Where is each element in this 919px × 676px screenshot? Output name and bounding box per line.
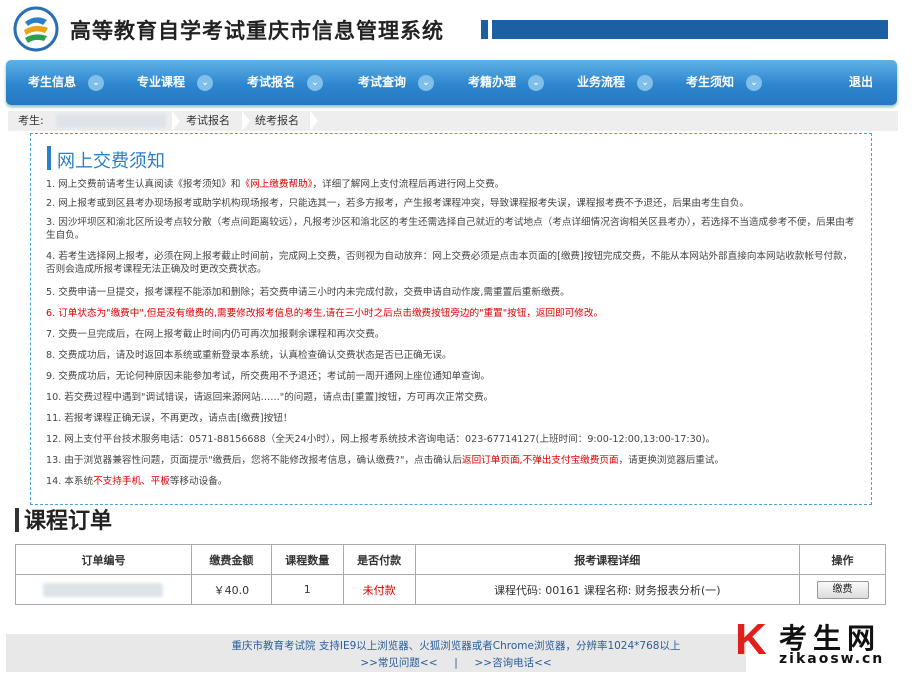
breadcrumb: 考生: 考试报名 统考报名 — [8, 111, 898, 131]
notice-rule-7: 7. 交费一旦完成后，在网上报考截止时间内仍可再次加报剩余课程和再次交费。 — [46, 329, 385, 340]
logout-link[interactable]: 退出 — [849, 60, 873, 105]
notice-rule-1: 1. 网上交费前请考生认真阅读《报考须知》和《网上缴费帮助》，详细了解网上支付流… — [46, 179, 505, 190]
nav-item-courses[interactable]: 专业课程 ⌄ — [137, 60, 214, 105]
column-header: 缴费金额 — [190, 544, 272, 575]
notice-rule-6: 6. 订单状态为"缴费中",但是没有缴费的,需要修改报考信息的考生,请在三小时之… — [46, 308, 604, 319]
nav-item-enrollment[interactable]: 考籍办理 ⌄ — [468, 60, 545, 105]
orders-title: 课程订单 — [24, 509, 113, 534]
watermark-url: zikaosw.cn — [779, 651, 885, 667]
nav-item-exam-query[interactable]: 考试查询 ⌄ — [358, 60, 435, 105]
main-nav: 考生信息 ⌄ 专业课程 ⌄ 考试报名 ⌄ 考试查询 ⌄ 考籍办理 ⌄ 业务流程 ⌄ 考生须知… — [6, 60, 897, 105]
amount-cell: ￥40.0 — [190, 574, 272, 605]
phone-link[interactable]: >>咨询电话<< — [474, 657, 551, 669]
notice-rule-10: 10. 若交费过程中遇到"调试错误，请返回来源网站……"的问题，请点击[重置]按… — [46, 392, 494, 403]
order-number-cell — [15, 574, 192, 605]
nav-item-exam-registration[interactable]: 考试报名 ⌄ — [247, 60, 324, 105]
education-logo-icon — [13, 6, 59, 52]
notice-rule-12: 12. 网上支付平台技术服务电话：0571-88156688（全天24小时），网… — [46, 434, 716, 445]
paid-status-cell: 未付款 — [342, 574, 416, 605]
site-header: 高等教育自学考试重庆市信息管理系统 — [0, 0, 919, 58]
faq-link[interactable]: >>常见问题<< — [360, 657, 437, 669]
column-header: 操作 — [799, 544, 886, 575]
student-label: 考生: — [18, 114, 44, 127]
payment-help-link[interactable]: 《网上缴费帮助》 — [240, 179, 312, 190]
action-cell: 缴费 — [799, 574, 886, 605]
notice-rule-4: 4. 若考生选择网上报考，必须在网上报考截止时间前，完成网上交费，否则视为自动放… — [46, 251, 853, 275]
nav-item-student-info[interactable]: 考生信息 ⌄ — [28, 60, 105, 105]
notice-rule-2: 2. 网上报考或到区县考办现场报考或助学机构现场报考，只能选其一，若多方报考，产… — [46, 198, 749, 209]
site-title: 高等教育自学考试重庆市信息管理系统 — [70, 19, 444, 43]
column-header: 报考课程详细 — [414, 544, 801, 575]
chevron-down-icon: ⌄ — [88, 74, 105, 91]
column-header: 是否付款 — [342, 544, 416, 575]
notice-rule-11: 11. 若报考课程正确无误，不再更改，请点击[缴费]按钮！ — [46, 413, 293, 424]
chevron-down-icon: ⌄ — [197, 74, 214, 91]
watermark-logo-letter: K — [735, 615, 767, 664]
column-header: 课程数量 — [270, 544, 344, 575]
notice-rule-13: 13. 由于浏览器兼容性问题，页面提示"缴费后，您将不能修改报考信息，确认缴费?… — [46, 455, 725, 466]
notice-rule-3: 3. 因沙坪坝区和渝北区所设考点较分散（考点间距离较远），凡报考沙区和渝北区的考… — [46, 217, 855, 241]
notice-rule-14: 14. 本系统不支持手机、平板等移动设备。 — [46, 476, 228, 487]
chevron-down-icon: ⌄ — [637, 74, 654, 91]
breadcrumb-item-exam-registration[interactable]: 考试报名 — [186, 111, 230, 131]
page-footer: 重庆市教育考试院 支持IE9以上浏览器、火狐浏览器或者Chrome浏览器，分辨率… — [6, 634, 746, 672]
chevron-down-icon: ⌄ — [307, 74, 324, 91]
chevron-down-icon: ⌄ — [528, 74, 545, 91]
payment-notice-panel: 网上交费须知 1. 网上交费前请考生认真阅读《报考须知》和《网上缴费帮助》，详细… — [30, 133, 872, 505]
header-decor-bar — [481, 20, 888, 39]
notice-rule-5: 5. 交费申请一旦提交，报考课程不能添加和删除；若交费申请三小时内未完成付款，交… — [46, 287, 570, 298]
watermark: K 考生网 zikaosw.cn — [735, 613, 915, 673]
orders-table: 订单编号 缴费金额 课程数量 是否付款 报考课程详细 操作 ￥40.0 1 未付… — [15, 544, 886, 605]
redacted-student-name — [56, 114, 166, 128]
notice-rule-9: 9. 交费成功后，无论何种原因未能参加考试，所交费用不予退还；考试前一周开通网上… — [46, 371, 490, 382]
count-cell: 1 — [270, 574, 344, 605]
table-row: ￥40.0 1 未付款 课程代码: 00161 课程名称: 财务报表分析(一) … — [15, 574, 886, 605]
table-header-row: 订单编号 缴费金额 课程数量 是否付款 报考课程详细 操作 — [15, 544, 886, 575]
chevron-down-icon: ⌄ — [746, 74, 763, 91]
breadcrumb-item-unified-exam[interactable]: 统考报名 — [255, 111, 299, 131]
pay-button[interactable]: 缴费 — [816, 580, 869, 599]
nav-item-student-notice[interactable]: 考生须知 ⌄ — [686, 60, 763, 105]
column-header: 订单编号 — [15, 544, 192, 575]
nav-item-process[interactable]: 业务流程 ⌄ — [577, 60, 654, 105]
redacted-order-number — [43, 583, 164, 597]
course-detail-cell: 课程代码: 00161 课程名称: 财务报表分析(一) — [414, 574, 801, 605]
notice-rule-8: 8. 交费成功后，请及时返回本系统或重新登录本系统，认真检查确认交费状态是否已正… — [46, 350, 452, 361]
notice-title: 网上交费须知 — [57, 151, 165, 172]
chevron-down-icon: ⌄ — [418, 74, 435, 91]
